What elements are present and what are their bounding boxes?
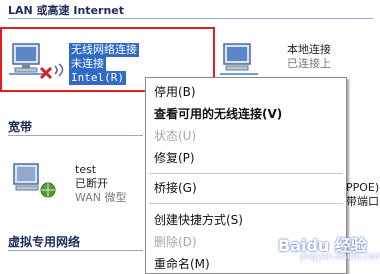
lan-group-header: LAN 或高速 Internet <box>8 4 125 17</box>
lan-group-divider <box>8 18 373 19</box>
menu-item-create-shortcut[interactable]: 创建快捷方式(S) <box>146 210 346 230</box>
broadband-connection-name: test <box>75 163 97 176</box>
vpn-group-divider <box>8 250 143 251</box>
broadband-connection-item[interactable]: test 已断开 WAN 微型 <box>75 163 127 205</box>
broadband-connection-status: 已断开 <box>75 177 108 190</box>
local-connection-item[interactable]: 本地连接 已连接上 <box>287 43 331 71</box>
vpn-group-header: 虚拟专用网络 <box>8 235 81 249</box>
menu-item-disable[interactable]: 停用(B) <box>146 82 346 102</box>
baidu-watermark-url: jingyan.baidu.com <box>300 252 380 262</box>
menu-item-bridge[interactable]: 桥接(G) <box>146 178 346 198</box>
menu-item-status: 状态(U) <box>154 129 197 143</box>
menu-separator-2 <box>149 203 343 204</box>
broadband-network-icon[interactable] <box>10 160 60 204</box>
broadband-group-header: 宽带 <box>8 120 33 134</box>
broadband-connection-device: WAN 微型 <box>75 191 127 204</box>
menu-separator-1 <box>149 173 343 174</box>
local-connection-name: 本地连接 <box>287 43 331 56</box>
menu-item-repair[interactable]: 修复(P) <box>146 148 346 168</box>
broadband-group-divider <box>8 135 143 136</box>
broadband-tail-fragment: 带端口 <box>346 195 379 208</box>
local-connection-status: 已连接上 <box>287 57 331 70</box>
menu-item-view-wireless[interactable]: 查看可用的无线连接(V) <box>146 104 346 124</box>
